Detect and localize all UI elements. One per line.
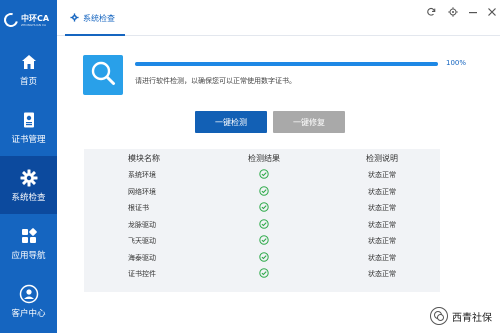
tab-active-indicator <box>65 34 125 36</box>
watermark: 西青社保 <box>430 307 492 325</box>
column-header-module: 模块名称 <box>128 153 160 163</box>
check-result-cell <box>204 268 324 280</box>
gear-icon <box>70 12 79 24</box>
home-icon <box>19 52 39 72</box>
check-progress-percent: 100% <box>446 59 467 67</box>
check-result-cell <box>204 235 324 247</box>
sidebar-item-label: 应用导航 <box>11 250 46 261</box>
check-description-cell: 状态正常 <box>368 187 396 196</box>
module-name-cell: 龙脉驱动 <box>128 220 156 229</box>
check-circle-icon <box>259 202 269 214</box>
logo-mark-icon <box>1 10 21 30</box>
one-click-check-button[interactable]: 一键检测 <box>195 111 267 133</box>
table-row: 系统环境 状态正常 <box>84 167 440 184</box>
module-name-cell: 根证书 <box>128 204 149 213</box>
check-progress-bar <box>135 62 438 66</box>
top-bar: 系统检查 <box>57 0 500 36</box>
table-header: 模块名称 检测结果 检测说明 <box>84 149 440 167</box>
column-header-description: 检测说明 <box>366 153 398 163</box>
module-name-cell: 飞天驱动 <box>128 237 156 246</box>
sidebar-item-certificates[interactable]: 证书管理 <box>0 98 57 156</box>
table-row: 龙脉驱动 状态正常 <box>84 217 440 234</box>
module-name-cell: 系统环境 <box>128 171 156 180</box>
check-circle-icon <box>259 219 269 231</box>
check-result-cell <box>204 169 324 181</box>
watermark-text: 西青社保 <box>452 312 492 324</box>
settings-icon[interactable] <box>446 5 460 19</box>
sidebar-item-system-check[interactable]: 系统检查 <box>0 156 57 214</box>
sidebar-item-app-navigation[interactable]: 应用导航 <box>0 214 57 272</box>
check-result-cell <box>204 202 324 214</box>
check-description-cell: 状态正常 <box>368 171 396 180</box>
logo-name: 中环CA <box>21 13 50 23</box>
check-circle-icon <box>259 268 269 280</box>
check-progress-fill <box>135 62 438 66</box>
module-name-cell: 网络环境 <box>128 187 156 196</box>
check-circle-icon <box>259 186 269 198</box>
check-result-cell <box>204 219 324 231</box>
one-click-repair-button[interactable]: 一键修复 <box>273 111 345 133</box>
logo-subtitle: ZHONGHUAN CA <box>21 22 47 27</box>
check-result-cell <box>204 186 324 198</box>
refresh-icon[interactable] <box>424 5 438 19</box>
module-name-cell: 证书控件 <box>128 270 156 279</box>
tab-label: 系统检查 <box>83 13 115 23</box>
sidebar-nav: 首页 证书管理 系统检查 应用导航 客户中心 <box>0 40 57 330</box>
sidebar-item-label: 证书管理 <box>11 134 46 145</box>
close-icon[interactable] <box>485 5 499 19</box>
search-icon <box>89 59 117 91</box>
wechat-logo-icon <box>430 307 448 325</box>
check-description-cell: 状态正常 <box>368 204 396 213</box>
table-row: 海泰驱动 状态正常 <box>84 250 440 267</box>
sidebar-item-home[interactable]: 首页 <box>0 40 57 98</box>
customer-center-icon <box>19 284 39 304</box>
check-description-cell: 状态正常 <box>368 237 396 246</box>
column-header-result: 检测结果 <box>248 153 280 163</box>
app-logo: 中环CA ZHONGHUAN CA <box>0 0 57 40</box>
check-hint-text: 请进行软件检测，以确保您可以正常使用数字证书。 <box>135 77 296 85</box>
apps-grid-icon <box>19 226 39 246</box>
certificate-icon <box>19 110 39 130</box>
check-description-cell: 状态正常 <box>368 253 396 262</box>
table-row: 根证书 状态正常 <box>84 200 440 217</box>
tab-system-check[interactable]: 系统检查 <box>70 0 115 36</box>
table-row: 证书控件 状态正常 <box>84 266 440 283</box>
check-status-badge <box>83 55 123 95</box>
module-name-cell: 海泰驱动 <box>128 253 156 262</box>
sidebar-item-label: 系统检查 <box>11 192 46 203</box>
minimize-icon[interactable] <box>466 5 480 19</box>
table-row: 网络环境 状态正常 <box>84 184 440 201</box>
sidebar-item-label: 首页 <box>19 76 37 87</box>
check-circle-icon <box>259 252 269 264</box>
check-result-cell <box>204 252 324 264</box>
sidebar-item-customer-center[interactable]: 客户中心 <box>0 272 57 330</box>
check-description-cell: 状态正常 <box>368 270 396 279</box>
sidebar-item-label: 客户中心 <box>11 308 46 319</box>
table-row: 飞天驱动 状态正常 <box>84 233 440 250</box>
sidebar: 中环CA ZHONGHUAN CA 首页 证书管理 系统检查 应用导航 客户中心 <box>0 0 57 333</box>
check-description-cell: 状态正常 <box>368 220 396 229</box>
check-results-table: 模块名称 检测结果 检测说明 系统环境 状态正常 网络环境 状态正常 根证书 状态正常 龙脉… <box>84 149 440 292</box>
check-circle-icon <box>259 169 269 181</box>
check-circle-icon <box>259 235 269 247</box>
gear-icon <box>19 168 39 188</box>
